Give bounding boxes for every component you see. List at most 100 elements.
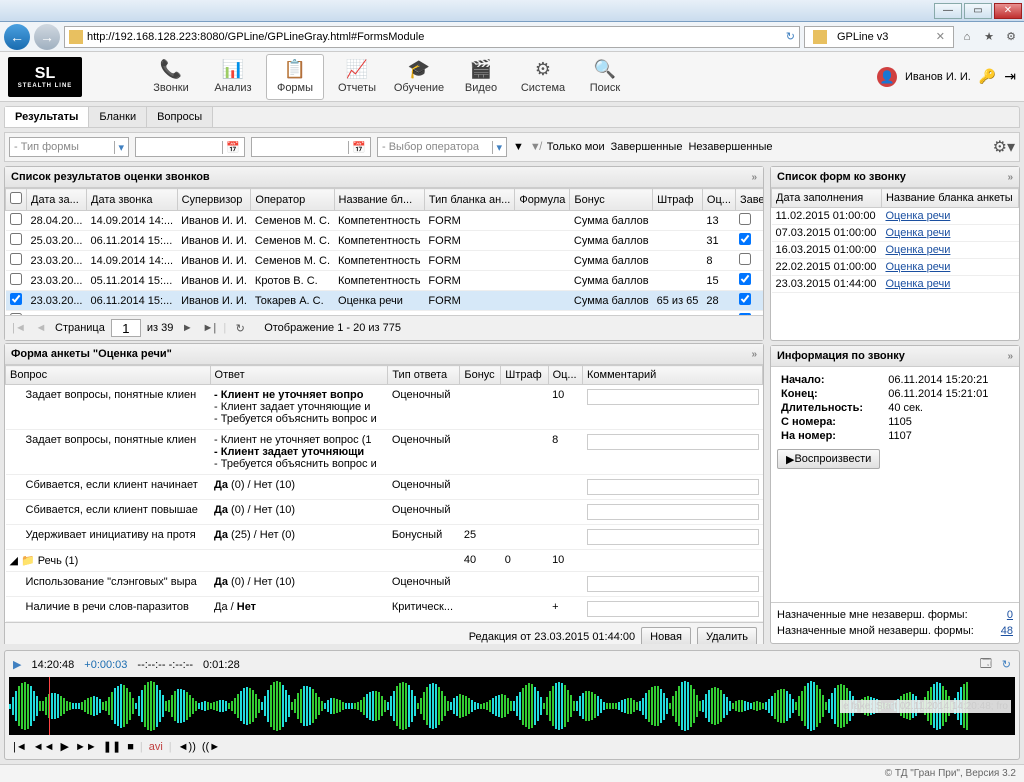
done-checkbox[interactable] [739,293,751,305]
playhead-marker[interactable] [49,677,50,735]
play-button[interactable]: ▶ Воспроизвести [777,449,880,469]
comment-input[interactable] [587,601,759,617]
date-from-input[interactable]: 📅 [135,137,245,157]
col-header[interactable]: Оц... [702,189,735,211]
nav-Обучение[interactable]: 🎓Обучение [390,54,448,100]
form-link[interactable]: Оценка речи [885,244,950,256]
table-row[interactable]: 22.02.2015 01:00:00Оценка речи [772,259,1019,276]
row-checkbox[interactable] [10,273,22,285]
col-header[interactable]: Ответ [210,366,388,385]
form-link[interactable]: Оценка речи [885,278,950,290]
refresh-button[interactable]: ↻ [232,320,248,336]
col-header[interactable]: Бонус [460,366,501,385]
forward-icon[interactable]: ►► [75,741,97,753]
prev-page-button[interactable]: ◄ [33,320,49,336]
comment-input[interactable] [587,529,759,545]
tab-blanks[interactable]: Бланки [89,107,147,127]
back-button[interactable]: ← [4,24,30,50]
col-header[interactable]: Штраф [501,366,548,385]
tab-questions[interactable]: Вопросы [147,107,213,127]
col-header[interactable]: Название бл... [334,189,424,211]
done-filter[interactable]: Завершенные [611,141,683,153]
col-header[interactable]: Формула [515,189,570,211]
comment-input[interactable] [587,576,759,592]
nav-Формы[interactable]: 📋Формы [266,54,324,100]
browser-tab[interactable]: GPLine v3 ✕ [804,26,954,48]
form-link[interactable]: Оценка речи [885,210,950,222]
form-row[interactable]: Удерживает инициативу на протяДа (25) / … [6,525,763,550]
row-checkbox[interactable] [10,253,22,265]
table-row[interactable]: 07.03.2015 01:00:00Оценка речи [772,225,1019,242]
rewind-icon[interactable]: ◄◄ [33,741,55,753]
done-checkbox[interactable] [739,253,751,265]
comment-input[interactable] [587,434,759,450]
form-row[interactable]: Задает вопросы, понятные клиен- Клиент н… [6,430,763,475]
address-bar[interactable]: ↻ [64,26,800,48]
refresh-icon[interactable]: ↻ [1002,658,1011,671]
comment-input[interactable] [587,504,759,520]
play-icon[interactable]: ▶ [61,740,69,753]
delete-button[interactable]: Удалить [697,627,757,644]
page-input[interactable] [111,319,141,337]
nav-Отчеты[interactable]: 📈Отчеты [328,54,386,100]
collapse-icon[interactable]: » [1007,172,1013,183]
forward-button[interactable]: → [34,24,60,50]
clear-filter-icon[interactable]: ▼̸ [530,141,541,153]
table-row[interactable]: 11.02.2015 01:00:00Оценка речи [772,208,1019,225]
new-button[interactable]: Новая [641,627,691,644]
collapse-icon[interactable]: » [751,172,757,183]
row-checkbox[interactable] [10,233,22,245]
nav-Система[interactable]: ⚙Система [514,54,572,100]
form-row[interactable]: Сбивается, если клиент начинаетДа (0) / … [6,475,763,500]
col-header[interactable]: Бонус [570,189,653,211]
col-header[interactable]: Оц... [548,366,582,385]
minimize-button[interactable]: — [934,3,962,19]
table-row[interactable]: 25.03.20...06.11.2014 15:...Иванов И. И.… [6,231,764,251]
favorites-icon[interactable]: ★ [980,28,998,46]
tab-close-icon[interactable]: ✕ [936,30,945,43]
comment-input[interactable] [587,389,759,405]
close-button[interactable]: ✕ [994,3,1022,19]
col-header[interactable]: Супервизор [177,189,251,211]
next-page-button[interactable]: ► [179,320,195,336]
comment-input[interactable] [587,479,759,495]
col-header[interactable]: Название бланка анкеты [881,189,1018,208]
vol-up-icon[interactable]: ((► [202,741,220,753]
operator-select[interactable]: - Выбор оператора▾ [377,137,507,157]
form-row[interactable]: Использование "слэнговых" выраДа (0) / Н… [6,572,763,597]
form-row[interactable]: Сбивается, если клиент повышаеДа (0) / Н… [6,500,763,525]
form-link[interactable]: Оценка речи [885,227,950,239]
col-header[interactable]: Дата заполнения [772,189,882,208]
only-mine-filter[interactable]: Только мои [547,141,605,153]
collapse-icon[interactable]: » [751,349,757,360]
first-page-button[interactable]: |◄ [11,320,27,336]
col-header[interactable]: Комментарий [583,366,763,385]
avatar[interactable]: 👤 [877,67,897,87]
table-row[interactable]: 16.03.2015 01:00:00Оценка речи [772,242,1019,259]
done-checkbox[interactable] [739,233,751,245]
table-row[interactable]: 23.03.20...14.09.2014 14:...Иванов И. И.… [6,251,764,271]
refresh-icon[interactable]: ↻ [786,30,795,43]
assigned-by-me-link[interactable]: 48 [1001,625,1013,637]
collapse-icon[interactable]: » [1007,351,1013,362]
key-icon[interactable]: 🔑 [979,68,996,85]
home-icon[interactable]: ⌂ [958,28,976,46]
table-row[interactable]: 23.03.20...06.11.2014 15:...Иванов И. И.… [6,291,764,311]
done-checkbox[interactable] [739,273,751,285]
maximize-button[interactable]: ▭ [964,3,992,19]
pause-icon[interactable]: ❚❚ [103,740,121,753]
table-row[interactable]: 28.04.20...14.09.2014 14:...Иванов И. И.… [6,211,764,231]
tab-results[interactable]: Результаты [5,107,89,127]
done-checkbox[interactable] [739,213,751,225]
col-header[interactable]: Тип ответа [388,366,460,385]
nav-Видео[interactable]: 🎬Видео [452,54,510,100]
nav-Звонки[interactable]: 📞Звонки [142,54,200,100]
row-checkbox[interactable] [10,213,22,225]
vol-down-icon[interactable]: ◄)) [178,741,196,753]
col-header[interactable]: Дата за... [27,189,87,211]
form-link[interactable]: Оценка речи [885,261,950,273]
waveform[interactable]: e fake; Start 02.11.2014 14:20:48; fro [9,677,1015,735]
skip-start-icon[interactable]: |◄ [13,741,27,753]
col-header[interactable]: Заверш... [735,189,763,211]
col-header[interactable]: Штраф [653,189,703,211]
